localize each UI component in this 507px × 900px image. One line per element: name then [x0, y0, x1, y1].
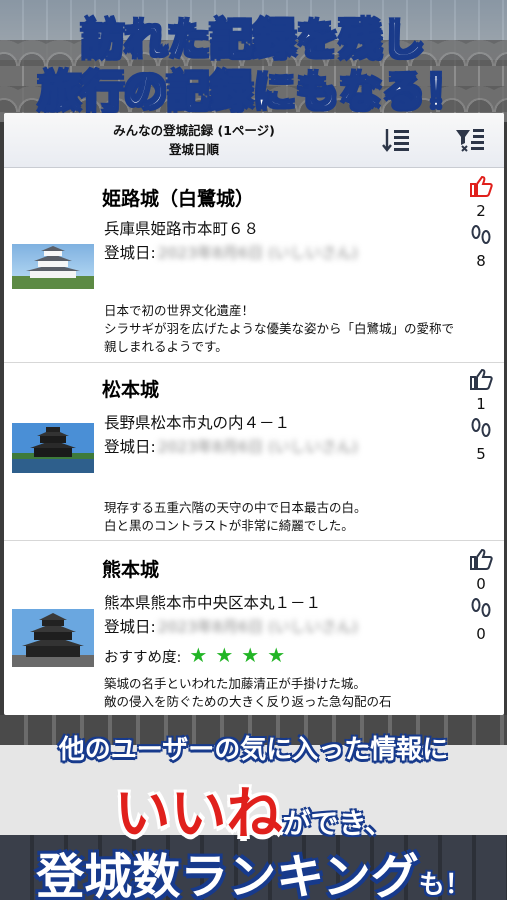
description-line-2: 白と黒のコントラストが非常に綺麗でした。	[104, 518, 354, 533]
visit-date-label: 登城日:	[104, 618, 156, 636]
thumbs-up-icon[interactable]	[464, 547, 498, 571]
top-promo-banner: 訪れた記録を残し 旅行の記録にもなる！	[0, 0, 507, 122]
visit-date: 登城日: 2023年8月6日 (いしいさん)	[104, 615, 358, 637]
castle-address: 兵庫県姫路市本町６８	[104, 220, 260, 238]
list-item[interactable]: 熊本城 熊本県熊本市中央区本丸１－１ 登城日: 2023年8月6日 (いしいさん)…	[4, 541, 504, 715]
castle-name: 姫路城（白鷺城）	[102, 188, 255, 210]
castle-photo	[12, 244, 94, 289]
visit-date: 登城日: 2023年8月6日 (いしいさん)	[104, 241, 358, 263]
description-line-1: 現存する五重六階の天守の中で日本最古の白。	[104, 500, 367, 515]
visit-date: 登城日: 2023年8月6日 (いしいさん)	[104, 435, 358, 457]
castle-photo	[12, 609, 94, 667]
like-count: 0	[476, 575, 486, 593]
star-icon: ★	[241, 643, 260, 667]
visit-date-value: 2023年8月6日 (いしいさん)	[157, 244, 358, 262]
promo-dekiru: ができ、	[282, 807, 393, 840]
castle-address: 長野県松本市丸の内４－１	[104, 414, 291, 432]
page-title-sort-order: 登城日順	[168, 142, 219, 157]
promo-headline-2: 旅行の記録にもなる！	[37, 66, 469, 117]
castle-description: 日本で初の世界文化遺産！ シラサギが羽を広げたような優美な姿から「白鷺城」の愛称で…	[104, 302, 454, 356]
description-line-1: 日本で初の世界文化遺産！	[104, 303, 255, 318]
page-title-main: みんなの登城記録 (1ページ)	[113, 123, 275, 138]
filter-icon[interactable]	[452, 123, 488, 157]
page-title: みんなの登城記録 (1ページ) 登城日順	[4, 121, 384, 159]
like-visit-counter: 1 5	[464, 367, 498, 467]
navigation-bar: みんなの登城記録 (1ページ) 登城日順	[4, 113, 504, 168]
like-count: 2	[476, 202, 486, 220]
visit-date-label: 登城日:	[104, 438, 156, 456]
visit-count: 0	[476, 625, 486, 643]
visit-count: 8	[476, 252, 486, 270]
visit-count: 5	[476, 445, 486, 463]
list-item[interactable]: 松本城 長野県松本市丸の内４－１ 登城日: 2023年8月6日 (いしいさん) 現…	[4, 363, 504, 541]
footprints-icon	[464, 597, 498, 621]
description-line-2: 敵の侵入を防ぐための大きく反り返った急勾配の石	[104, 694, 392, 709]
thumbs-up-icon[interactable]	[464, 367, 498, 391]
app-screen: みんなの登城記録 (1ページ) 登城日順 姫路城（白鷺城） 兵庫県姫路市本町６８…	[4, 113, 504, 715]
castle-photo	[12, 423, 94, 473]
visit-date-value: 2023年8月6日 (いしいさん)	[157, 438, 358, 456]
star-icon: ★	[189, 643, 208, 667]
promo-ranking: 登城数ランキング	[36, 849, 419, 900]
list-sort-icon[interactable]	[378, 123, 414, 157]
list-item[interactable]: 姫路城（白鷺城） 兵庫県姫路市本町６８ 登城日: 2023年8月6日 (いしいさん…	[4, 168, 504, 363]
recommend-label: おすすめ度:	[104, 650, 182, 666]
star-icon: ★	[267, 643, 286, 667]
castle-description: 築城の名手といわれた加藤清正が手掛けた城。敵の侵入を防ぐための大きく反り返った急…	[104, 675, 454, 711]
description-line-1: 築城の名手といわれた加藤清正が手掛けた城。	[104, 676, 366, 691]
like-visit-counter: 2 8	[464, 174, 498, 274]
footprints-icon	[464, 417, 498, 441]
visit-date-label: 登城日:	[104, 244, 156, 262]
castle-description: 現存する五重六階の天守の中で日本最古の白。 白と黒のコントラストが非常に綺麗でした…	[104, 499, 454, 535]
castle-name: 松本城	[102, 379, 160, 401]
recommend-rating: おすすめ度: ★ ★ ★ ★	[104, 643, 285, 667]
promo-bottom-line-1: 他のユーザーの気に入った情報に	[58, 735, 449, 765]
castle-name: 熊本城	[102, 559, 160, 581]
bottom-promo-banner: 他のユーザーの気に入った情報に いいねができ、 登城数ランキングも！	[0, 715, 507, 900]
footprints-icon	[464, 224, 498, 248]
like-count: 1	[476, 395, 486, 413]
like-visit-counter: 0 0	[464, 547, 498, 647]
description-line-2: シラサギが羽を広げたような優美な姿から「白鷺城」の愛称で親しまれるようです。	[104, 321, 455, 354]
visit-date-value: 2023年8月6日 (いしいさん)	[157, 618, 358, 636]
thumbs-up-icon[interactable]	[464, 174, 498, 198]
promo-bottom-line-3: 登城数ランキングも！	[0, 837, 507, 900]
star-icon: ★	[215, 643, 234, 667]
castle-address: 熊本県熊本市中央区本丸１－１	[104, 594, 322, 612]
promo-mo: も！	[418, 870, 471, 900]
